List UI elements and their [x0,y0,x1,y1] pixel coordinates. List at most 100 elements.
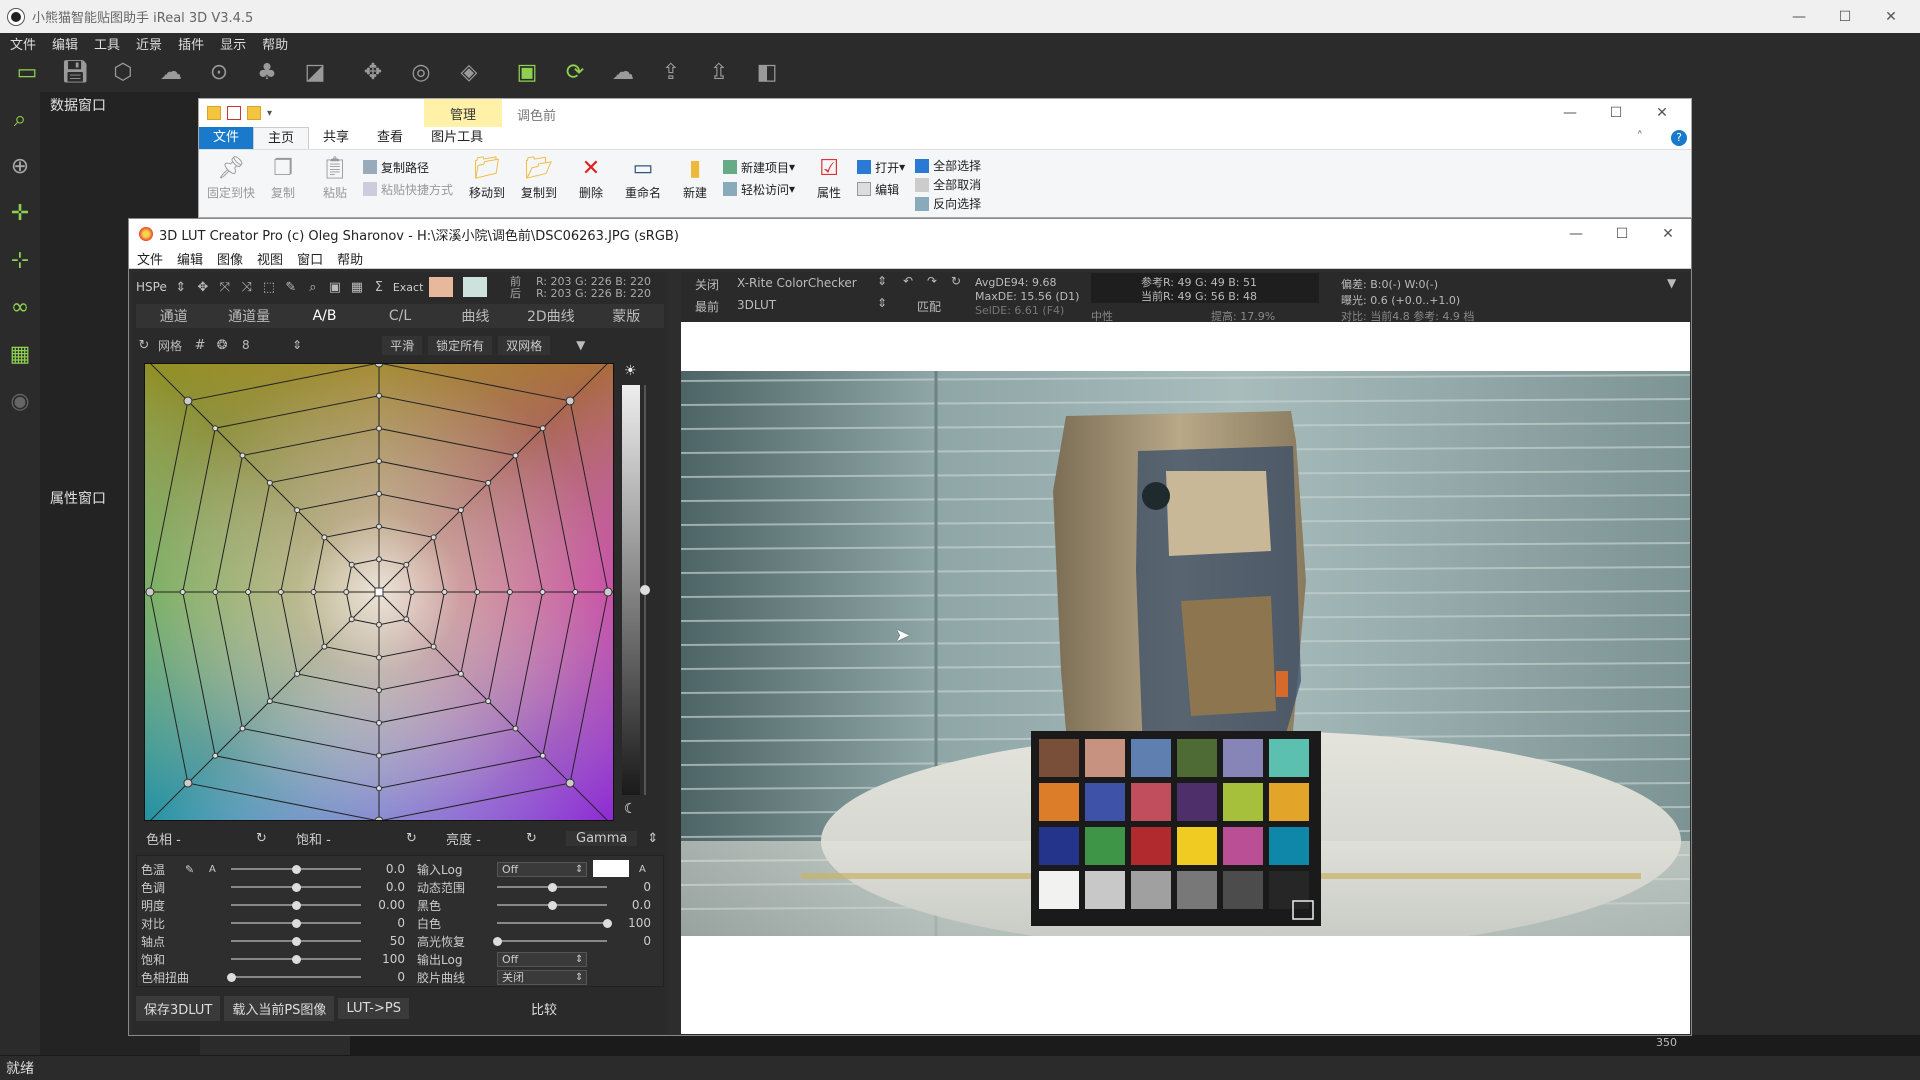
ribbon-collapse-icon[interactable]: ˄ [1623,127,1658,149]
param-slider[interactable] [231,936,361,946]
photo-preview[interactable] [681,371,1690,936]
grid-control-point[interactable] [374,363,384,368]
grid-control-point[interactable] [183,778,193,788]
slider-knob[interactable] [227,972,236,982]
param-value[interactable]: 0 [365,970,405,984]
move-icon[interactable]: ✥ [356,57,390,87]
menu-file[interactable]: 文件 [10,34,36,53]
row-dropdown-icon[interactable]: ▼ [576,338,585,352]
grid-control-point[interactable] [485,698,492,705]
cube-icon[interactable]: ◧ [750,57,784,87]
lut-menu-window[interactable]: 窗口 [297,249,323,268]
exact-label[interactable]: Exact [393,281,424,294]
grid-control-point[interactable] [277,589,284,595]
grid-control-point[interactable] [376,687,382,694]
menu-tools[interactable]: 工具 [94,34,120,53]
grid-control-point[interactable] [179,589,186,595]
slider-knob[interactable] [292,918,301,928]
rotate-icon[interactable]: ◎ [404,57,438,87]
grid-control-point[interactable] [539,589,546,595]
checker-patch[interactable] [1177,871,1217,909]
grid-center-point[interactable] [374,587,384,597]
lut-menu-edit[interactable]: 编辑 [177,249,203,268]
gamma-select[interactable]: Gamma [566,830,638,846]
param-slider[interactable] [231,900,361,910]
checker-patch[interactable] [1223,783,1263,821]
combo-spinner-icon[interactable]: ⇕ [575,972,583,983]
menu-help[interactable]: 帮助 [262,34,288,53]
eyedropper-icon[interactable]: ✎ [283,279,299,295]
grid-control-point[interactable] [239,452,246,459]
checker-patch[interactable] [1039,783,1079,821]
shrink-tool-icon[interactable]: ⤨ [239,279,255,295]
checker-type-select[interactable]: X-Rite ColorChecker [737,276,877,290]
lut-to-ps-button[interactable]: LUT->PS [338,997,409,1019]
move-tool-icon[interactable]: ✥ [195,279,211,295]
rect-select-icon[interactable]: ⬚ [261,279,277,295]
redo-icon[interactable]: ↷ [927,274,937,288]
save-icon[interactable]: 💾︎ [58,57,92,87]
grid-control-point[interactable] [376,392,382,399]
table-icon[interactable]: ▦ [349,279,365,295]
explorer-maximize-icon[interactable]: ☐ [1593,99,1639,127]
search-icon[interactable]: ⌕ [5,104,35,134]
maximize-icon[interactable]: ☐ [1822,0,1868,33]
tab-curves[interactable]: 曲线 [438,306,513,326]
minimize-icon[interactable]: — [1776,0,1822,33]
hue-reset-icon[interactable]: ↻ [256,831,286,846]
grid-control-point[interactable] [374,816,384,821]
param-value[interactable]: 0.0 [365,880,405,894]
grid-control-point[interactable] [572,589,579,595]
tab-picture-tools[interactable]: 图片工具 [417,127,497,149]
lut-menu-help[interactable]: 帮助 [337,249,363,268]
close-icon[interactable]: ✕ [1868,0,1914,33]
reset-icon[interactable]: ↻ [136,337,152,353]
param-value[interactable]: 100 [611,916,651,930]
mode-spinner-icon[interactable]: ⇕ [877,296,887,310]
checker-patch[interactable] [1269,739,1309,777]
combo-spinner-icon[interactable]: ⇕ [575,954,583,965]
checker-patch[interactable] [1131,827,1171,865]
menu-plugins[interactable]: 插件 [178,34,204,53]
menu-display[interactable]: 显示 [220,34,246,53]
paste-shortcut-button[interactable]: 粘贴快捷方式 [363,178,453,200]
checker-patch[interactable] [1131,783,1171,821]
grid-control-point[interactable] [376,654,382,661]
checker-patch[interactable] [1039,827,1079,865]
grid-control-point[interactable] [376,621,382,628]
image-sync-icon[interactable]: ⟳ [558,57,592,87]
wheel-grid-icon[interactable]: ❂ [214,337,230,353]
select-none-button[interactable]: 全部取消 [915,175,981,194]
paste-button[interactable]: 📋︎ 粘贴 [311,154,359,213]
grid-control-point[interactable] [145,587,155,597]
grid-control-point[interactable] [212,589,219,595]
checker-patch[interactable] [1039,739,1079,777]
param-slider[interactable] [493,936,607,946]
match-button[interactable]: 匹配 [917,298,941,315]
box-view-icon[interactable]: ◈ [452,57,486,87]
expand-tool-icon[interactable]: ⤧ [217,279,233,295]
crosshair-icon[interactable]: ✛ [5,198,35,228]
move-to-button[interactable]: 📁︎ 移动到 [463,154,511,213]
param-value[interactable]: 0.0 [365,862,405,876]
delete-button[interactable]: ✕ 删除 [567,154,615,213]
param-value[interactable]: 0 [611,934,651,948]
slider-knob[interactable] [292,864,301,874]
grid-control-point[interactable] [441,589,448,595]
grid-control-point[interactable] [376,523,382,530]
checker-patch[interactable] [1269,871,1309,909]
cloud-icon[interactable]: ☁ [606,57,640,87]
slider-knob[interactable] [493,936,502,946]
grid-control-point[interactable] [348,561,355,568]
slider-knob[interactable] [292,900,301,910]
grid-control-point[interactable] [565,396,575,406]
grid-icon[interactable]: ▦ [5,339,35,369]
checker-patch[interactable] [1223,871,1263,909]
mode-select[interactable]: 3DLUT [737,298,877,312]
load-ps-image-button[interactable]: 载入当前PS图像 [224,995,335,1021]
checker-patch[interactable] [1085,871,1125,909]
image-view-icon[interactable]: ▣ [510,57,544,87]
close-checker-button[interactable]: 关闭 [695,276,719,293]
ab-color-grid[interactable] [144,363,614,821]
header-dropdown-icon[interactable]: ▼ [1667,276,1676,290]
